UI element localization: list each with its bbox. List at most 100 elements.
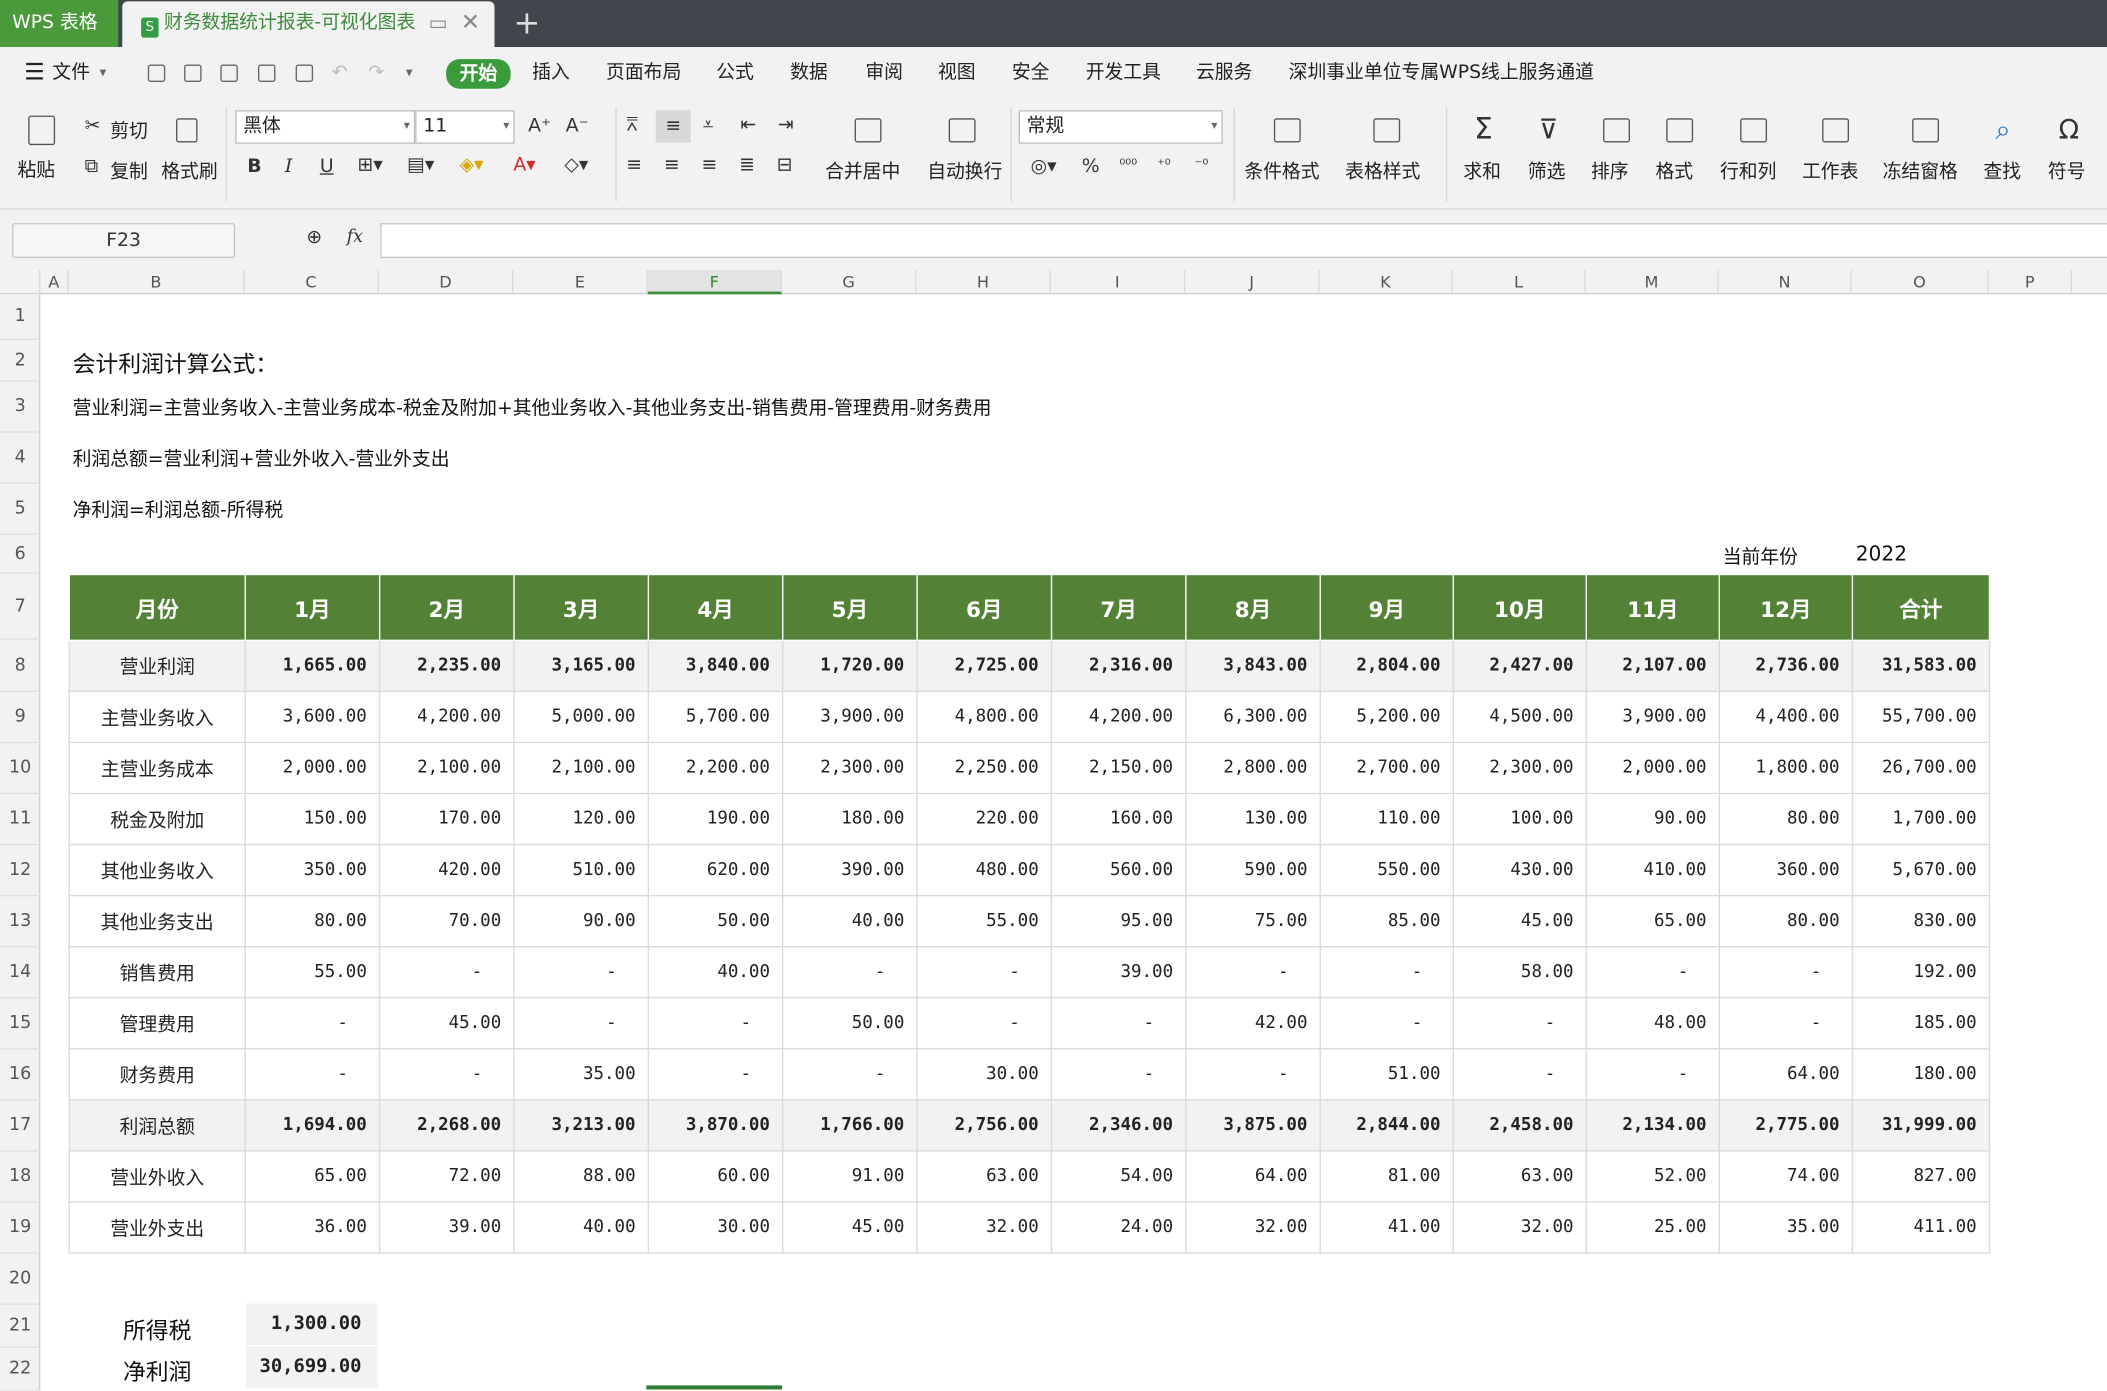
format-button[interactable]: 格式 (1656, 157, 1694, 184)
value-cell[interactable]: 35.00 (513, 1048, 650, 1101)
save-icon[interactable] (184, 64, 202, 82)
value-cell[interactable]: 63.00 (1452, 1150, 1587, 1203)
value-cell[interactable]: 220.00 (916, 792, 1053, 846)
value-cell[interactable]: 430.00 (1452, 843, 1587, 897)
wrap-text-icon[interactable] (948, 118, 976, 143)
value-cell[interactable]: 2,800.00 (1185, 741, 1321, 795)
menu-file[interactable]: 文件 (52, 47, 90, 99)
value-cell[interactable]: 2,250.00 (916, 741, 1053, 795)
conditional-format-icon[interactable] (1273, 118, 1301, 143)
column-header[interactable]: K (1320, 270, 1453, 295)
value-cell[interactable]: - (513, 997, 650, 1050)
value-cell[interactable]: 180.00 (782, 792, 918, 846)
value-cell[interactable]: 6,300.00 (1185, 690, 1321, 744)
value-cell[interactable]: 360.00 (1718, 843, 1854, 897)
column-header-cell[interactable]: 1月 (244, 573, 381, 641)
underline-button[interactable]: U (320, 156, 334, 178)
value-cell[interactable]: 1,694.00 (244, 1099, 381, 1152)
save-as-icon[interactable] (220, 64, 238, 82)
value-cell[interactable]: 32.00 (1452, 1201, 1587, 1254)
decrease-font-icon[interactable]: A⁻ (566, 116, 589, 138)
value-cell[interactable]: 50.00 (647, 894, 784, 948)
row-header[interactable]: 14 (0, 947, 41, 999)
value-cell[interactable]: - (1452, 1048, 1587, 1101)
function-button[interactable]: fx (347, 227, 363, 247)
tab-view[interactable]: 视图 (938, 47, 976, 99)
redo-icon[interactable]: ↷ (368, 47, 384, 99)
value-cell[interactable]: 30.00 (916, 1048, 1053, 1101)
value-cell[interactable]: 4,500.00 (1452, 690, 1587, 744)
row-label-cell[interactable]: 其他业务收入 (68, 843, 246, 897)
value-cell[interactable]: 3,213.00 (513, 1099, 650, 1152)
value-cell[interactable]: 390.00 (782, 843, 918, 897)
row-col-icon[interactable] (1740, 118, 1768, 143)
column-header-cell[interactable]: 3月 (513, 573, 650, 641)
merge-center-button[interactable]: 合并居中 (825, 157, 900, 184)
row-header[interactable]: 19 (0, 1203, 41, 1254)
value-cell[interactable]: 51.00 (1319, 1048, 1454, 1101)
value-cell[interactable]: 192.00 (1851, 946, 1991, 999)
row-label-cell[interactable]: 营业利润 (68, 639, 246, 693)
row-header[interactable]: 15 (0, 998, 41, 1050)
value-cell[interactable]: 45.00 (378, 997, 515, 1050)
open-icon[interactable] (147, 64, 166, 82)
value-cell[interactable]: 160.00 (1050, 792, 1187, 846)
value-cell[interactable]: 1,720.00 (782, 639, 918, 693)
row-header[interactable]: 6 (0, 535, 41, 574)
value-cell[interactable]: - (1585, 946, 1720, 999)
value-cell[interactable]: 58.00 (1452, 946, 1587, 999)
app-tab[interactable]: WPS 表格 (0, 0, 119, 48)
sum-button[interactable]: 求和 (1463, 157, 1501, 184)
value-cell[interactable]: 55,700.00 (1851, 690, 1991, 744)
net-profit-value[interactable]: 30,699.00 (245, 1346, 378, 1389)
value-cell[interactable]: 2,000.00 (1585, 741, 1720, 795)
copy-icon[interactable]: ⧉ (85, 156, 98, 178)
value-cell[interactable]: 45.00 (782, 1201, 918, 1254)
font-color-icon[interactable]: A▾ (513, 155, 535, 177)
value-cell[interactable]: 42.00 (1185, 997, 1321, 1050)
row-label-cell[interactable]: 主营业务成本 (68, 741, 246, 795)
value-cell[interactable]: - (1585, 1048, 1720, 1101)
value-cell[interactable]: 88.00 (513, 1150, 650, 1203)
row-header[interactable]: 13 (0, 896, 41, 948)
italic-button[interactable]: I (285, 156, 292, 178)
value-cell[interactable]: 130.00 (1185, 792, 1321, 846)
value-cell[interactable]: 410.00 (1585, 843, 1720, 897)
column-header-cell[interactable]: 7月 (1050, 573, 1187, 641)
column-header[interactable]: L (1453, 270, 1586, 295)
column-header[interactable]: I (1051, 270, 1186, 295)
value-cell[interactable]: 1,800.00 (1718, 741, 1854, 795)
column-header-cell[interactable]: 10月 (1452, 573, 1587, 641)
value-cell[interactable]: 65.00 (244, 1150, 381, 1203)
value-cell[interactable]: - (647, 997, 784, 1050)
column-header[interactable]: M (1586, 270, 1719, 295)
value-cell[interactable]: 72.00 (378, 1150, 515, 1203)
value-cell[interactable]: 2,300.00 (782, 741, 918, 795)
value-cell[interactable]: 31,583.00 (1851, 639, 1991, 693)
column-header[interactable]: O (1852, 270, 1989, 295)
align-center-icon[interactable]: ≡ (664, 155, 680, 177)
value-cell[interactable]: 2,458.00 (1452, 1099, 1587, 1152)
tab-formula[interactable]: 公式 (716, 47, 754, 99)
table-style-button[interactable]: 表格样式 (1345, 157, 1420, 184)
value-cell[interactable]: 36.00 (244, 1201, 381, 1254)
distribute-icon[interactable]: ⊟ (777, 155, 793, 177)
column-header-cell[interactable]: 4月 (647, 573, 784, 641)
column-header-cell[interactable]: 合计 (1851, 573, 1991, 641)
conditional-format-button[interactable]: 条件格式 (1244, 157, 1319, 184)
value-cell[interactable]: - (513, 946, 650, 999)
value-cell[interactable]: 5,700.00 (647, 690, 784, 744)
value-cell[interactable]: 32.00 (1185, 1201, 1321, 1254)
number-format-select[interactable]: 常规 (1018, 110, 1223, 144)
value-cell[interactable]: 30.00 (647, 1201, 784, 1254)
value-cell[interactable]: 420.00 (378, 843, 515, 897)
value-cell[interactable]: 55.00 (916, 894, 1053, 948)
value-cell[interactable]: 2,200.00 (647, 741, 784, 795)
value-cell[interactable]: 3,875.00 (1185, 1099, 1321, 1152)
value-cell[interactable]: 50.00 (782, 997, 918, 1050)
chevron-down-icon[interactable]: ▾ (99, 47, 106, 99)
value-cell[interactable]: 5,200.00 (1319, 690, 1454, 744)
value-cell[interactable]: 60.00 (647, 1150, 784, 1203)
hamburger-icon[interactable]: ☰ (24, 47, 44, 99)
border-icon[interactable]: ⊞▾ (357, 155, 382, 177)
